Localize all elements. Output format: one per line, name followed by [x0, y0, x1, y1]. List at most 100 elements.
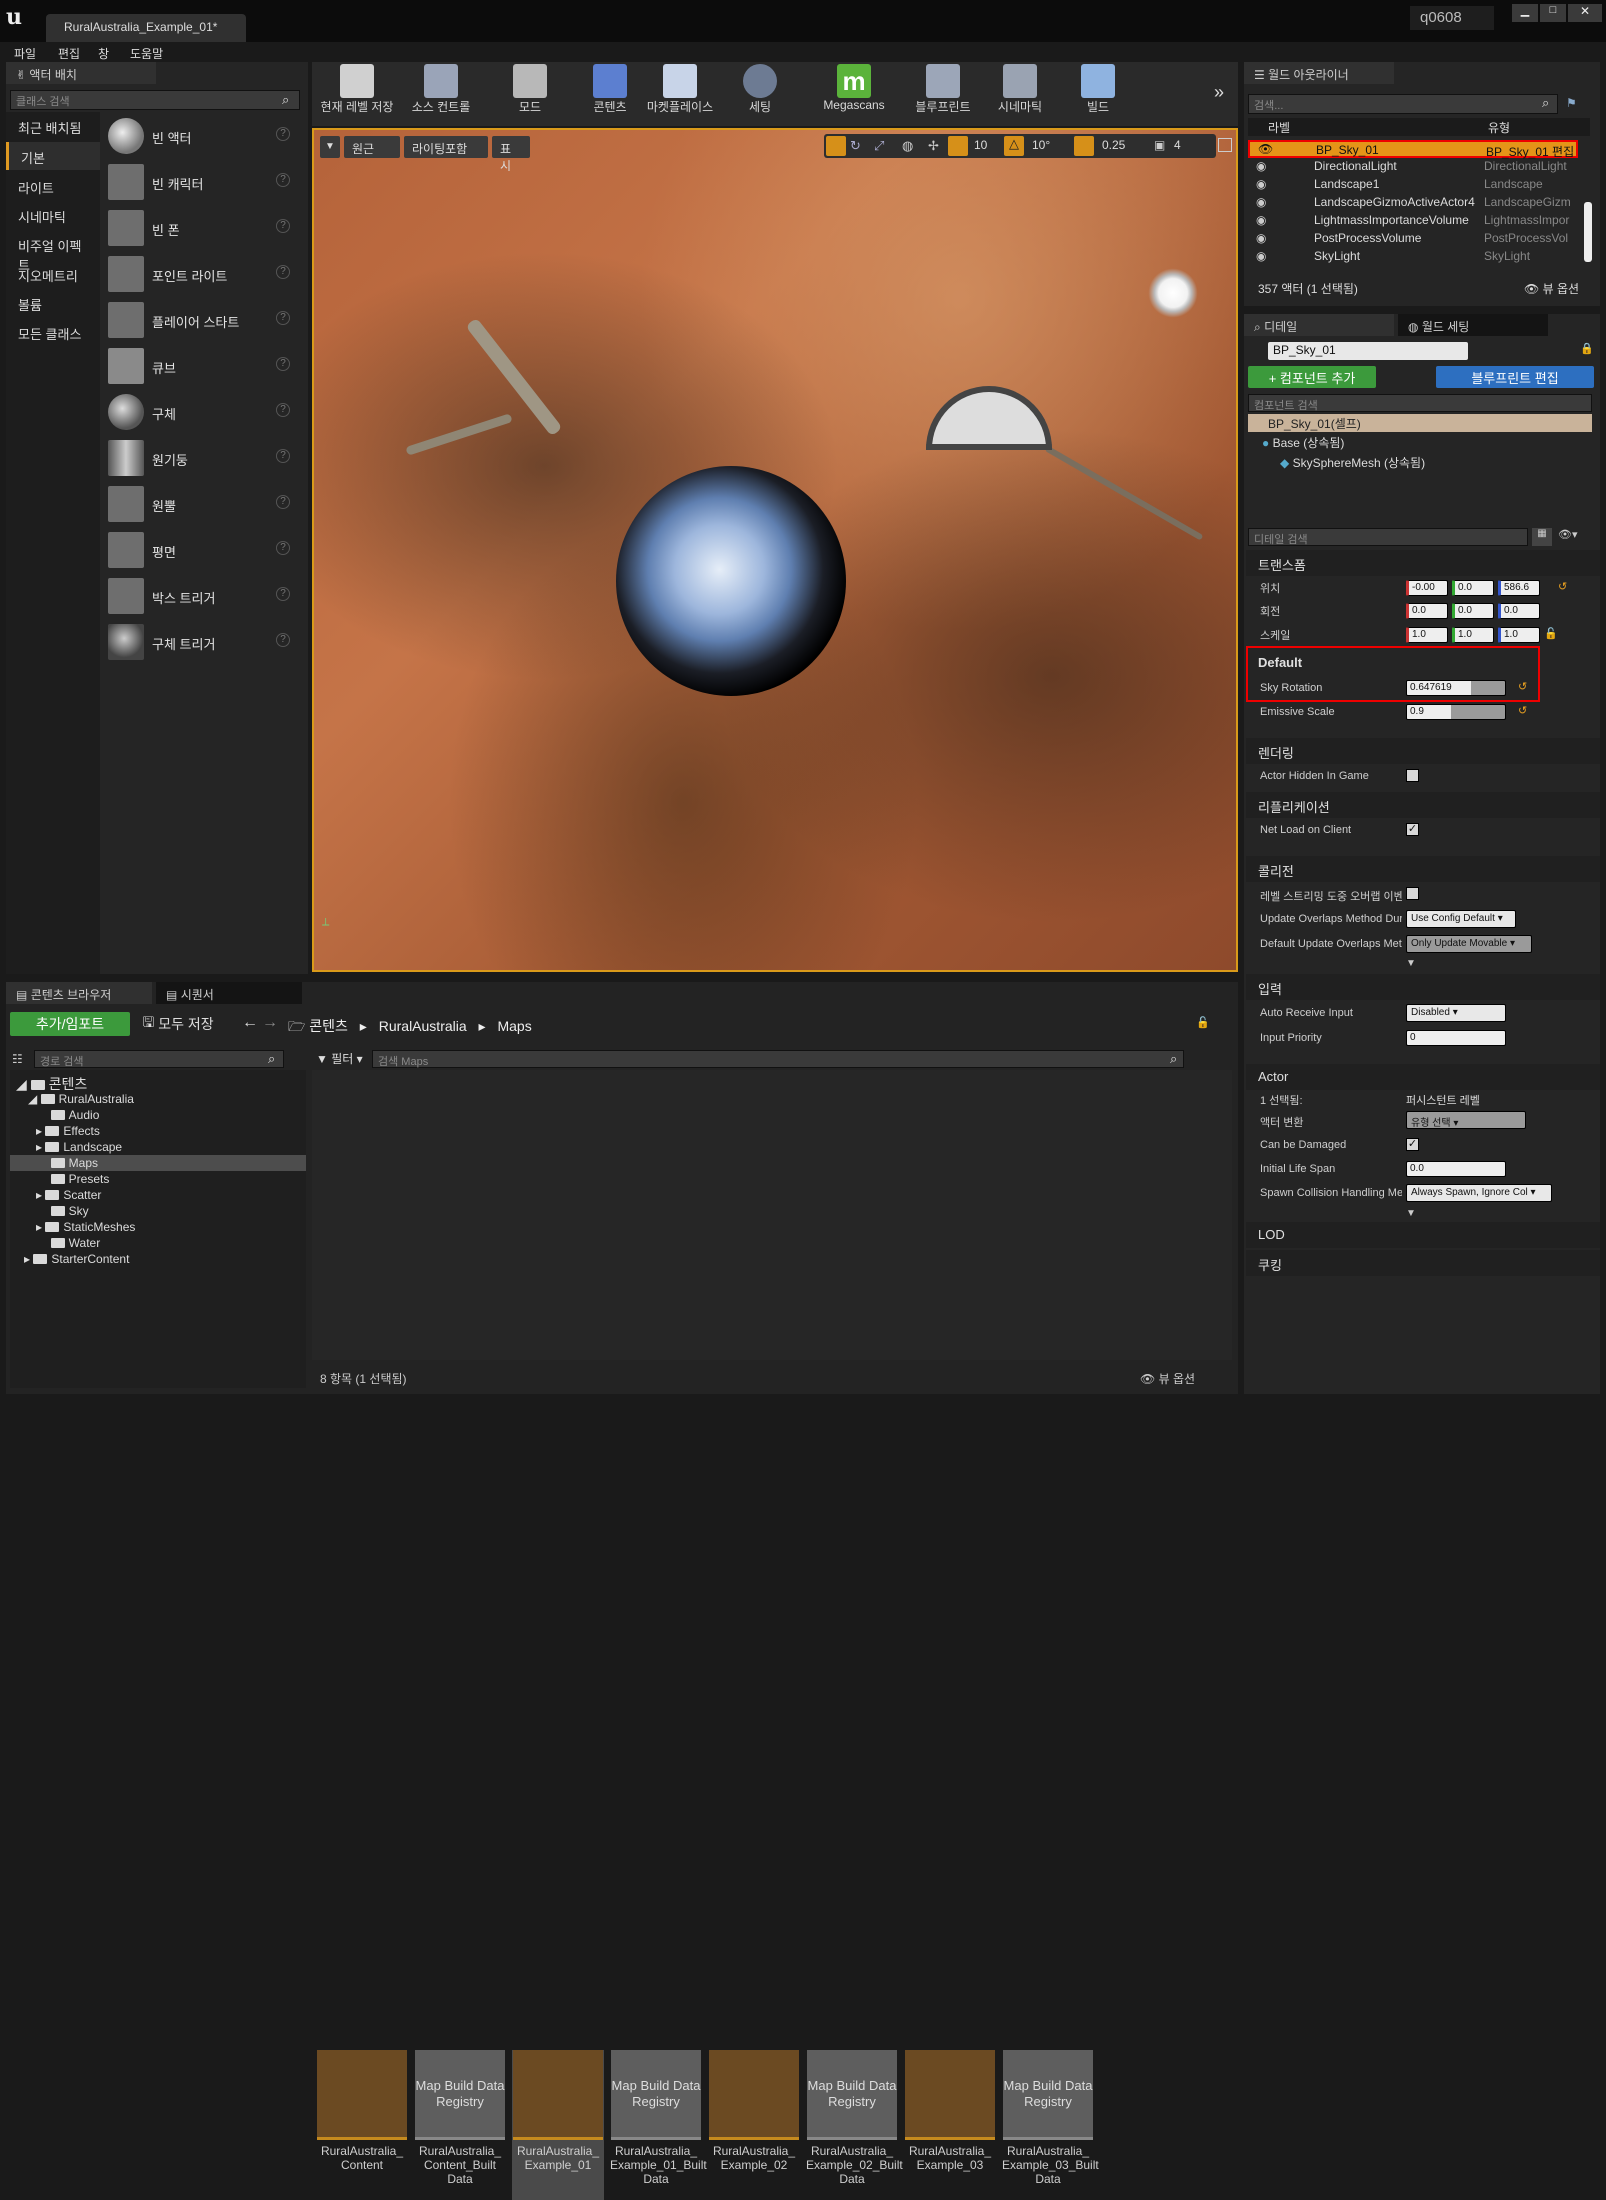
category-geometry[interactable]: 지오메트리 — [6, 260, 100, 288]
filter-button[interactable]: ▼ 필터 ▾ — [316, 1050, 363, 1067]
lock-icon[interactable]: 🔒 — [1580, 342, 1594, 355]
lod-section[interactable]: LOD — [1246, 1222, 1600, 1248]
category-volumes[interactable]: 볼륨 — [6, 289, 100, 317]
world-settings-tab[interactable]: ◍ 월드 세팅 — [1398, 314, 1548, 336]
sky-sphere[interactable] — [616, 466, 846, 696]
tree-item-startercontent[interactable]: ▸ StarterContent — [24, 1252, 129, 1266]
eye-icon[interactable]: ◉ — [1256, 213, 1266, 227]
help-icon[interactable]: ? — [276, 311, 290, 325]
asset-tile-selected[interactable]: RuralAustralia_ Example_01 — [512, 2050, 604, 2200]
rotation-label[interactable]: 회전 — [1260, 603, 1280, 619]
content-button[interactable]: 콘텐츠 — [580, 64, 640, 124]
edit-blueprint-button[interactable]: 블루프린트 편집 — [1436, 366, 1594, 388]
grid-snap-value[interactable]: 10 — [974, 138, 987, 152]
actor-point-light[interactable]: 포인트 라이트? — [102, 252, 300, 298]
actor-player-start[interactable]: 플레이어 스타트? — [102, 298, 300, 344]
rotation-snap-value[interactable]: 10° — [1032, 138, 1050, 152]
close-button[interactable]: ✕ — [1568, 4, 1602, 22]
rotation-x-field[interactable]: 0.0 — [1406, 603, 1448, 619]
scale-snap-value[interactable]: 0.25 — [1102, 138, 1125, 152]
camera-icon[interactable]: ▣ — [1154, 138, 1165, 152]
asset-tile[interactable]: RuralAustralia_ Example_03 — [904, 2050, 996, 2200]
eye-icon[interactable]: ◉ — [1256, 177, 1266, 191]
megascans-button[interactable]: m Megascans — [815, 64, 893, 124]
world-outliner-tab[interactable]: ☰ 월드 아웃라이너 — [1244, 62, 1394, 84]
asset-search-input[interactable]: 검색 Maps — [372, 1050, 1184, 1068]
replication-section[interactable]: 리플리케이션 — [1246, 792, 1600, 818]
translate-icon[interactable] — [826, 136, 846, 156]
outliner-row[interactable]: ◉ DirectionalLight DirectionalLight — [1248, 158, 1578, 176]
lock-icon[interactable]: 🔓 — [1544, 627, 1558, 640]
outliner-row[interactable]: ◉ LightmassImportanceVolume LightmassImpor — [1248, 212, 1578, 230]
class-search-input[interactable]: 클래스 검색 — [10, 90, 300, 110]
help-icon[interactable]: ? — [276, 495, 290, 509]
rotation-z-field[interactable]: 0.0 — [1498, 603, 1540, 619]
actor-section[interactable]: Actor — [1246, 1064, 1600, 1090]
world-local-icon[interactable]: ◍ — [902, 138, 913, 154]
actor-cylinder[interactable]: 원기둥? — [102, 436, 300, 482]
help-icon[interactable]: ? — [276, 633, 290, 647]
category-visual-effects[interactable]: 비주얼 이펙트 — [6, 230, 100, 273]
tree-item-content[interactable]: ◢ 콘텐츠 — [16, 1074, 87, 1094]
asset-tile[interactable]: Map Build Data Registry RuralAustralia_ C… — [414, 2050, 506, 2200]
surface-snap-icon[interactable]: ✢ — [928, 138, 939, 154]
tree-item-audio[interactable]: Audio — [44, 1108, 99, 1122]
component-search-input[interactable]: 컴포넌트 검색 — [1248, 394, 1592, 412]
tree-item-ruralaustralia[interactable]: ◢ RuralAustralia — [28, 1092, 134, 1106]
forward-icon[interactable]: → — [262, 1014, 278, 1032]
eye-icon[interactable]: ◉ — [1256, 159, 1266, 173]
sky-rotation-field[interactable]: 0.647619 — [1406, 680, 1506, 696]
category-basic[interactable]: 기본 — [6, 142, 100, 170]
sequencer-tab[interactable]: ▤ 시퀀서 — [156, 982, 302, 1004]
tree-item-effects[interactable]: ▸ Effects — [36, 1124, 100, 1138]
eye-icon[interactable]: ◉ — [1256, 249, 1266, 263]
scale-z-field[interactable]: 1.0 — [1498, 627, 1540, 643]
breadcrumb-ruralaustralia[interactable]: RuralAustralia — [379, 1018, 467, 1034]
blueprints-button[interactable]: 블루프린트 — [905, 64, 981, 124]
actor-cube[interactable]: 큐브? — [102, 344, 300, 390]
asset-tile[interactable]: RuralAustralia_ Content — [316, 2050, 408, 2200]
eye-icon[interactable]: ◉ — [1256, 231, 1266, 245]
build-button[interactable]: 빌드 — [1068, 64, 1128, 124]
help-icon[interactable]: ? — [276, 173, 290, 187]
rotate-icon[interactable]: ↻ — [850, 138, 861, 154]
location-label[interactable]: 위치 — [1260, 580, 1280, 596]
actor-box-trigger[interactable]: 박스 트리거? — [102, 574, 300, 620]
reset-icon[interactable]: ↺ — [1558, 580, 1567, 593]
outliner-view-options[interactable]: 👁 뷰 옵션 — [1524, 280, 1579, 297]
component-self-row[interactable]: BP_Sky_01(셀프) — [1248, 414, 1592, 432]
can-be-damaged-checkbox[interactable]: ✓ — [1406, 1138, 1419, 1151]
input-section[interactable]: 입력 — [1246, 974, 1600, 1000]
modes-button[interactable]: 모드 — [500, 64, 560, 124]
help-icon[interactable]: ? — [276, 403, 290, 417]
sources-icon[interactable]: ☷ — [12, 1052, 23, 1066]
marketplace-button[interactable]: 마켓플레이스 — [640, 64, 720, 124]
content-view-options[interactable]: 👁 뷰 옵션 — [1140, 1370, 1195, 1387]
actor-hidden-checkbox[interactable] — [1406, 769, 1419, 782]
col-label[interactable]: 라벨 — [1268, 119, 1290, 136]
scale-snap-icon[interactable] — [1074, 136, 1094, 156]
details-tab[interactable]: ⌕ 디테일 — [1244, 314, 1394, 336]
default-overlaps-dropdown[interactable]: Only Update Movable ▾ — [1406, 935, 1532, 953]
add-import-button[interactable]: 추가/임포트 — [10, 1012, 130, 1036]
category-cinematic[interactable]: 시네마틱 — [6, 201, 100, 229]
scale-icon[interactable]: ⤢ — [874, 138, 884, 154]
eye-icon[interactable]: 👁▾ — [1558, 528, 1578, 541]
save-level-button[interactable]: 현재 레벨 저장 — [318, 64, 396, 124]
source-control-button[interactable]: 소스 컨트롤 — [402, 64, 480, 124]
actor-empty-actor[interactable]: 빈 액터? — [102, 114, 300, 160]
tree-item-maps[interactable]: Maps — [44, 1156, 98, 1170]
add-filter-icon[interactable]: ⚑ — [1566, 96, 1577, 110]
sun-light-icon[interactable] — [1144, 264, 1202, 322]
outliner-row[interactable]: ◉ SkyLight SkyLight — [1248, 248, 1578, 266]
spawn-collision-dropdown[interactable]: Always Spawn, Ignore Col ▾ — [1406, 1184, 1552, 1202]
outliner-row[interactable]: ◉ PostProcessVolume PostProcessVol — [1248, 230, 1578, 248]
actor-empty-character[interactable]: 빈 캐릭터? — [102, 160, 300, 206]
scale-x-field[interactable]: 1.0 — [1406, 627, 1448, 643]
help-icon[interactable]: ? — [276, 449, 290, 463]
advanced-expand-icon[interactable]: ▼ — [1406, 1208, 1416, 1219]
path-search-input[interactable]: 경로 검색 — [34, 1050, 284, 1068]
rendering-section[interactable]: 렌더링 — [1246, 738, 1600, 764]
minimize-button[interactable]: ▁ — [1512, 4, 1538, 22]
asset-tile[interactable]: Map Build Data Registry RuralAustralia_ E… — [1002, 2050, 1099, 2200]
